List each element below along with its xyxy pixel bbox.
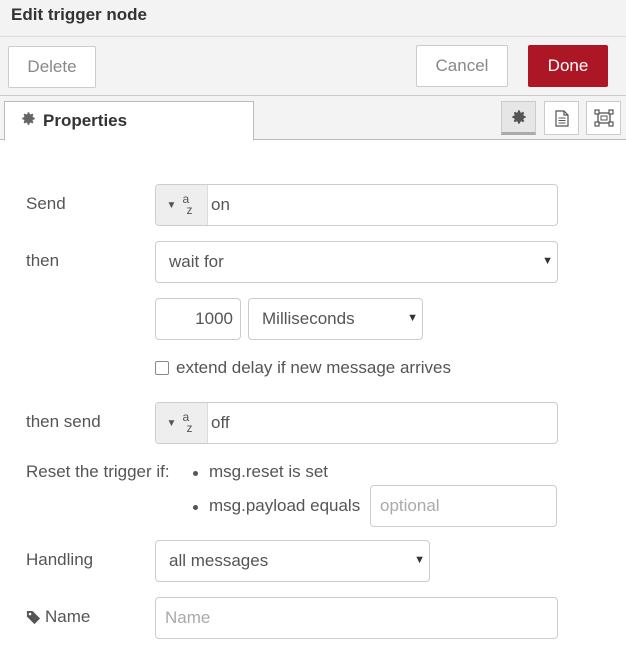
name-input[interactable]: Name [155, 597, 558, 639]
chevron-down-icon: ▼ [407, 312, 418, 324]
name-label: Name [45, 607, 91, 626]
done-button[interactable]: Done [528, 45, 608, 87]
send-value[interactable]: on [208, 185, 230, 225]
bullet-icon [193, 471, 198, 476]
then-send-value[interactable]: off [208, 403, 230, 443]
document-icon [554, 109, 569, 127]
settings-tab-button[interactable] [501, 101, 536, 135]
gear-icon [21, 111, 36, 131]
chevron-down-icon: ▼ [542, 255, 553, 267]
string-type-icon: az [182, 410, 193, 435]
dialog-toolbar: Delete Cancel Done [0, 37, 626, 96]
caret-down-icon: ▼ [166, 417, 177, 429]
name-label-group: Name [26, 607, 90, 627]
reset-rule-1: msg.reset is set [209, 462, 329, 481]
handling-select-value: all messages [169, 551, 269, 570]
delay-input[interactable]: 1000 [155, 298, 241, 340]
send-label: Send [26, 194, 66, 213]
handling-select[interactable]: all messages ▼ [155, 540, 430, 582]
tab-properties[interactable]: Properties [4, 101, 254, 141]
bullet-icon [193, 505, 198, 510]
dialog-title: Edit trigger node [11, 5, 147, 24]
delay-unit-select[interactable]: Milliseconds ▼ [248, 298, 423, 340]
then-send-label: then send [26, 412, 101, 431]
chevron-down-icon: ▼ [414, 554, 425, 566]
cancel-button[interactable]: Cancel [416, 45, 508, 87]
tag-icon [26, 610, 41, 624]
handling-label: Handling [26, 550, 94, 569]
appearance-icon [593, 109, 614, 127]
reset-label: Reset the trigger if: [26, 462, 170, 481]
string-type-icon: az [182, 192, 193, 217]
delete-button[interactable]: Delete [8, 46, 96, 88]
caret-down-icon: ▼ [166, 199, 177, 211]
send-type-selector[interactable]: ▼ az [156, 185, 208, 225]
then-select[interactable]: wait for ▼ [155, 241, 558, 283]
description-tab-button[interactable] [544, 101, 579, 135]
then-select-value: wait for [169, 252, 224, 271]
extend-checkbox[interactable] [155, 361, 169, 375]
send-typed-input[interactable]: ▼ az on [155, 184, 558, 226]
dialog-titlebar: Edit trigger node [0, 0, 626, 37]
appearance-tab-button[interactable] [586, 101, 621, 135]
tab-properties-label: Properties [43, 111, 128, 130]
extend-label: extend delay if new message arrives [176, 358, 451, 377]
then-label: then [26, 251, 60, 270]
reset-rule-2: msg.payload equals [209, 496, 361, 515]
gear-icon [511, 110, 526, 124]
then-send-typed-input[interactable]: ▼ az off [155, 402, 558, 444]
tab-bar: Properties [0, 96, 626, 141]
delay-unit-value: Milliseconds [262, 309, 355, 328]
then-send-type-selector[interactable]: ▼ az [156, 403, 208, 443]
reset-payload-input[interactable]: optional [370, 485, 557, 527]
